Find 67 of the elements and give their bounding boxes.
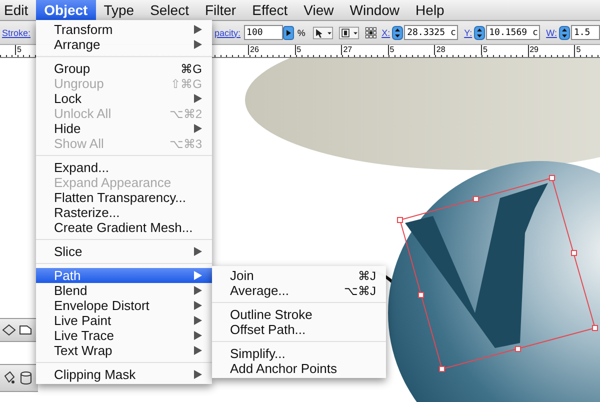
- stepper-icon[interactable]: [558, 26, 570, 40]
- stepper-icon[interactable]: [392, 26, 404, 40]
- coordinate-field[interactable]: 1.5: [570, 25, 600, 40]
- ruler-label: 28: [434, 45, 446, 55]
- ruler-label: 5: [388, 45, 394, 55]
- percent-label: %: [297, 28, 306, 38]
- menu-item[interactable]: Slice: [36, 244, 212, 259]
- dropdown-icon[interactable]: [283, 26, 294, 40]
- menu-title[interactable]: Effect: [244, 0, 296, 20]
- shortcut-label: ⌘J: [358, 268, 376, 282]
- align-icon[interactable]: [339, 24, 360, 40]
- menu-item[interactable]: Offset Path...: [212, 322, 386, 337]
- menu-item[interactable]: Path: [36, 268, 212, 283]
- menu-item[interactable]: Rasterize...: [36, 205, 212, 220]
- ruler-label: 29: [528, 45, 538, 55]
- menu-item[interactable]: Envelope Distort: [36, 298, 212, 313]
- ruler-label: 5: [294, 45, 302, 55]
- stroke-label: Stroke:: [2, 28, 31, 38]
- ruler-label: 5: [481, 45, 488, 55]
- shortcut-label: ⌥⌘J: [344, 284, 376, 298]
- menu-item[interactable]: Blend: [36, 283, 212, 298]
- reference-point-icon[interactable]: [365, 24, 378, 40]
- coordinate-label: Y:: [464, 28, 472, 38]
- menu-item[interactable]: Arrange: [36, 37, 212, 52]
- menu-item[interactable]: Text Wrap: [36, 343, 212, 358]
- shortcut-label: ⌥⌘3: [169, 136, 202, 150]
- cylinder-icon[interactable]: [19, 371, 33, 385]
- menu-item[interactable]: Live Paint: [36, 313, 212, 328]
- menu-item[interactable]: Simplify...: [212, 346, 386, 361]
- menu-title[interactable]: Type: [96, 0, 142, 20]
- menu-item[interactable]: Transform: [36, 22, 212, 37]
- ruler-label: 27: [341, 45, 352, 55]
- menu-item[interactable]: Average... ⌥⌘J: [212, 283, 386, 298]
- menu-title[interactable]: Window: [342, 0, 408, 20]
- menu-item[interactable]: Flatten Transparency...: [36, 190, 212, 205]
- stepper-icon[interactable]: [474, 26, 486, 40]
- menu-item[interactable]: Create Gradient Mesh...: [36, 220, 212, 235]
- paint-bucket-icon[interactable]: [2, 371, 16, 385]
- coordinate-label: X:: [382, 28, 390, 38]
- coordinate-field[interactable]: 10.1569 c: [486, 25, 540, 40]
- opacity-label: pacity:: [214, 28, 241, 38]
- coordinate-label: W:: [546, 28, 557, 38]
- shortcut-label: ⌘G: [180, 62, 202, 76]
- opacity-field[interactable]: 100: [244, 25, 284, 40]
- shortcut-label: ⌥⌘2: [169, 106, 202, 120]
- ruler-label: 26: [248, 45, 259, 55]
- menu-title[interactable]: Edit: [0, 0, 36, 20]
- panel-icon[interactable]: [2, 323, 16, 337]
- menu-item[interactable]: Add Anchor Points: [212, 361, 386, 376]
- shortcut-label: ⇧⌘G: [170, 76, 202, 90]
- menu-title[interactable]: View: [296, 0, 342, 20]
- menu-item[interactable]: Clipping Mask: [36, 367, 212, 382]
- menu-title[interactable]: Help: [408, 0, 452, 20]
- menu-item[interactable]: Expand...: [36, 160, 212, 175]
- menu-item[interactable]: Hide: [36, 121, 212, 136]
- menu-title[interactable]: Filter: [196, 0, 244, 20]
- menu-item[interactable]: Group ⌘G: [36, 61, 212, 76]
- selection-tool-icon[interactable]: [313, 24, 334, 40]
- ruler-label: 5: [15, 45, 22, 55]
- menu-title[interactable]: Select: [142, 0, 197, 20]
- menu-item[interactable]: Live Trace: [36, 328, 212, 343]
- menu-item[interactable]: Join ⌘J: [212, 268, 386, 283]
- ruler-label: 5: [574, 45, 581, 55]
- menu-item[interactable]: Lock: [36, 91, 212, 106]
- menu-item[interactable]: Outline Stroke: [212, 307, 386, 322]
- menu-title[interactable]: Object: [36, 0, 96, 20]
- coordinate-field[interactable]: 28.3325 c: [404, 25, 458, 40]
